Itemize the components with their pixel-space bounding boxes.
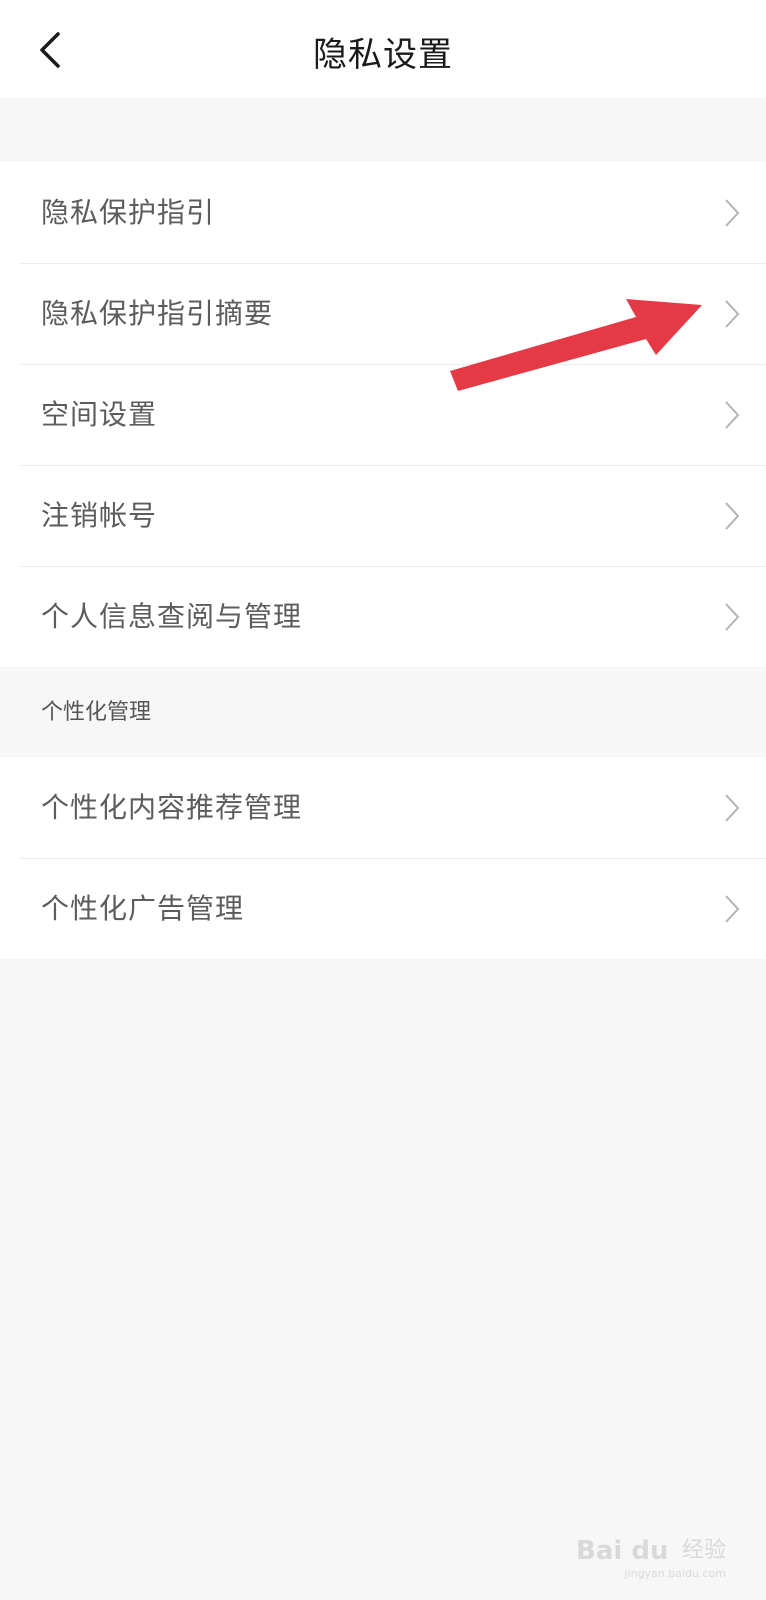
section-header: 个性化管理 bbox=[0, 669, 766, 757]
chevron-right-icon bbox=[725, 794, 740, 822]
list-item-label: 空间设置 bbox=[41, 398, 158, 431]
chevron-right-icon bbox=[725, 401, 740, 429]
chevron-right-icon bbox=[725, 895, 740, 923]
watermark-url: jingyan.baidu.com bbox=[624, 1567, 726, 1580]
personal-info-management-item[interactable]: 个人信息查阅与管理 bbox=[0, 566, 766, 667]
personalization-list: 个性化内容推荐管理 个性化广告管理 bbox=[0, 757, 766, 959]
privacy-guide-item[interactable]: 隐私保护指引 bbox=[0, 162, 766, 263]
privacy-settings-list: 隐私保护指引 隐私保护指引摘要 空间设置 注销帐号 个人信息查阅与管理 bbox=[0, 162, 766, 667]
list-item-label: 隐私保护指引 bbox=[41, 196, 216, 229]
page-title: 隐私设置 bbox=[313, 35, 453, 75]
section-header-label: 个性化管理 bbox=[41, 700, 152, 725]
list-item-label: 隐私保护指引摘要 bbox=[41, 297, 274, 330]
baidu-watermark: Bai du 经验 jingyan.baidu.com bbox=[576, 1520, 726, 1580]
section-spacer bbox=[0, 98, 766, 162]
watermark-cn: 经验 bbox=[681, 1538, 726, 1563]
personalized-content-item[interactable]: 个性化内容推荐管理 bbox=[0, 757, 766, 858]
chevron-right-icon bbox=[725, 199, 740, 227]
nav-bar: 隐私设置 bbox=[0, 0, 766, 98]
red-arrow-annotation bbox=[450, 299, 702, 391]
watermark-brand: Bai du bbox=[576, 1536, 669, 1566]
list-item-label: 个人信息查阅与管理 bbox=[41, 600, 303, 633]
cancel-account-item[interactable]: 注销帐号 bbox=[0, 465, 766, 566]
chevron-right-icon bbox=[725, 300, 740, 328]
list-item-label: 个性化广告管理 bbox=[41, 892, 245, 925]
chevron-right-icon bbox=[725, 603, 740, 631]
list-item-label: 注销帐号 bbox=[41, 499, 158, 532]
list-item-label: 个性化内容推荐管理 bbox=[41, 791, 303, 824]
personalized-ads-item[interactable]: 个性化广告管理 bbox=[0, 858, 766, 959]
chevron-right-icon bbox=[725, 502, 740, 530]
